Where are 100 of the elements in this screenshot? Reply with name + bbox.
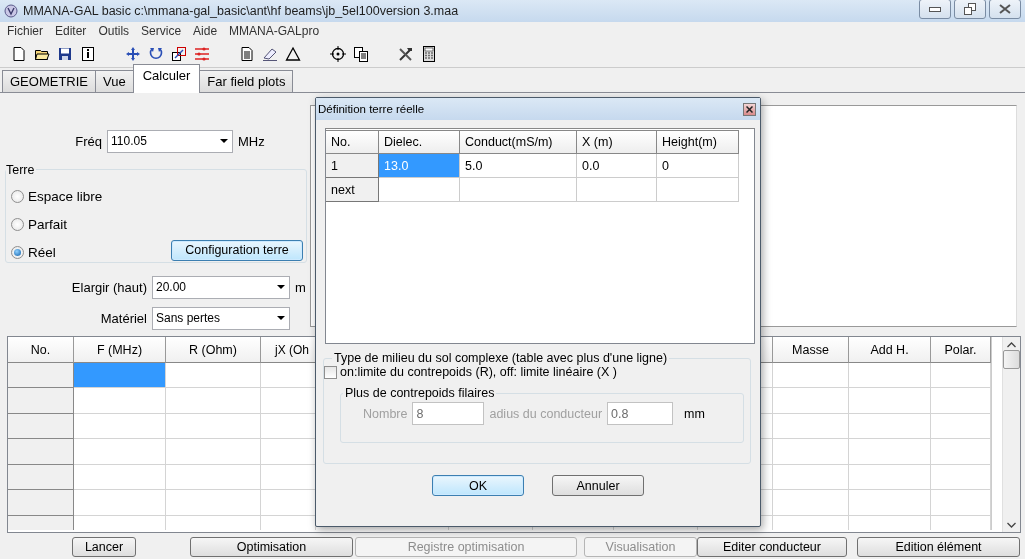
tools-icon[interactable] [398,45,414,62]
menu-item[interactable]: Editer [49,24,93,39]
new-file-icon[interactable] [11,45,27,62]
table-cell[interactable] [931,413,991,440]
move-icon[interactable] [125,45,141,62]
triangle-icon[interactable] [285,45,301,62]
table-cell[interactable] [74,413,166,440]
row-header[interactable] [8,413,74,440]
radio-button[interactable]: Parfait [6,210,306,239]
column-header[interactable]: Polar. [931,337,991,363]
crosshair-icon[interactable] [330,45,346,62]
menu-item[interactable]: Service [135,24,188,39]
table-cell[interactable] [657,178,739,202]
table-cell[interactable] [931,388,991,414]
scroll-thumb[interactable] [1003,350,1020,370]
table-cell[interactable] [773,439,849,465]
column-header[interactable]: R (Ohm) [166,337,261,363]
table-cell[interactable] [577,178,657,202]
table-cell[interactable] [166,413,261,440]
column-header[interactable]: No. [8,337,74,363]
close-button[interactable] [743,102,756,116]
table-cell[interactable] [931,362,991,389]
table-cell[interactable] [849,388,931,414]
row-header[interactable] [8,439,74,465]
row-header[interactable]: next [326,178,379,202]
table-cell[interactable] [931,464,991,491]
table-cell[interactable] [931,439,991,465]
table-cell[interactable] [379,178,460,202]
segment-list-icon[interactable] [194,45,210,62]
table-cell[interactable] [74,362,166,389]
column-header[interactable]: F (MHz) [74,337,166,363]
table-cell[interactable] [849,490,931,516]
checkbox[interactable]: on:limite du contrepoids (R), off: limite linéaire (X ) [324,365,744,379]
minimize-button[interactable] [919,0,951,20]
menu-item[interactable]: Fichier [1,24,49,39]
row-header[interactable] [8,464,74,491]
table-cell[interactable] [74,388,166,414]
dropdown[interactable]: Sans pertes [152,306,290,330]
ok-button[interactable]: OK [432,475,524,496]
rotate-icon[interactable] [148,45,164,62]
table-cell[interactable] [773,464,849,491]
menu-item[interactable]: MMANA-GALpro [223,24,326,39]
tab[interactable]: Vue [95,69,134,92]
restore-button[interactable] [954,0,986,20]
table-cell[interactable] [166,362,261,389]
row-header[interactable] [8,388,74,414]
row-header[interactable] [8,362,74,389]
table-cell[interactable]: 0 [657,154,739,178]
table-cell[interactable] [849,439,931,465]
column-header[interactable]: X (m) [577,130,657,154]
table-cell[interactable] [74,490,166,516]
table-cell[interactable]: 0.0 [577,154,657,178]
column-header[interactable]: Conduct(mS/m) [460,130,577,154]
radio-button[interactable]: Espace libre [6,182,306,211]
column-header[interactable]: No. [326,130,379,154]
table-cell[interactable] [460,178,577,202]
table-cell[interactable] [166,464,261,491]
resize-icon[interactable] [171,45,187,62]
menu-item[interactable]: Outils [92,24,136,39]
cancel-button[interactable]: Annuler [552,475,644,496]
table-cell[interactable] [931,490,991,516]
column-header[interactable]: Add H. [849,337,931,363]
row-header[interactable]: 1 [326,154,379,178]
info-icon[interactable] [80,45,96,62]
tab[interactable]: Far field plots [199,69,294,92]
table-cell[interactable] [74,439,166,465]
action-button[interactable]: Optimisation [190,537,353,557]
column-header[interactable]: Masse [773,337,849,363]
row-header[interactable] [8,490,74,516]
menu-item[interactable]: Aide [187,24,224,39]
table-cell[interactable] [773,413,849,440]
copy-icon[interactable] [353,45,369,62]
save-icon[interactable] [57,45,73,62]
configure-ground-button[interactable]: Configuration terre [171,239,303,261]
tab[interactable]: GEOMETRIE [2,69,96,92]
document-icon[interactable] [239,45,255,62]
tab[interactable]: Calculer [132,63,201,93]
action-button[interactable]: Lancer [72,537,136,557]
table-cell[interactable] [773,362,849,389]
table-cell[interactable] [166,388,261,414]
table-cell[interactable] [74,464,166,491]
scrollbar[interactable] [1002,337,1020,533]
scroll-down-icon[interactable] [1007,522,1016,529]
action-button[interactable]: Edition élément [857,537,1020,557]
column-header[interactable]: Height(m) [657,130,739,154]
close-button[interactable] [989,0,1021,20]
calculator-icon[interactable] [421,45,437,62]
column-header[interactable]: Dielec. [379,130,460,154]
table-cell[interactable] [773,388,849,414]
dropdown[interactable]: 110.05 [107,129,233,153]
table-cell[interactable]: 5.0 [460,154,577,178]
table-cell[interactable] [166,439,261,465]
scroll-up-icon[interactable] [1007,342,1016,349]
dropdown[interactable]: 20.00 [152,275,290,299]
table-cell[interactable] [773,490,849,516]
action-button[interactable]: Editer conducteur [697,537,847,557]
table-cell[interactable] [849,362,931,389]
table-cell[interactable] [849,413,931,440]
table-cell[interactable] [849,464,931,491]
table-cell[interactable] [166,490,261,516]
